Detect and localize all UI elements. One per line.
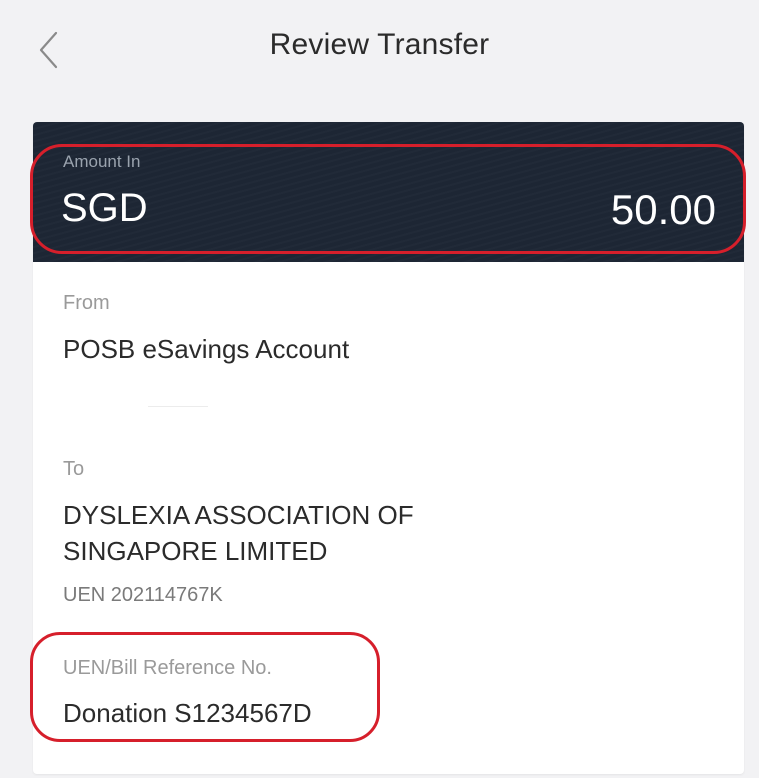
divider: [148, 406, 208, 407]
amount-label: Amount In: [63, 152, 141, 171]
transfer-summary-card: Amount In SGD 50.00 From POSB eSavings A…: [33, 122, 744, 774]
top-bar: Review Transfer: [0, 0, 759, 100]
page-title: Review Transfer: [269, 28, 490, 61]
amount-currency: SGD: [61, 186, 148, 230]
amount-panel: Amount In SGD 50.00: [33, 122, 744, 262]
reference-label: UEN/Bill Reference No.: [63, 657, 272, 679]
from-label: From: [63, 292, 110, 314]
from-account: POSB eSavings Account: [63, 334, 350, 364]
to-label: To: [63, 458, 85, 480]
recipient-name-line1: DYSLEXIA ASSOCIATION OF: [63, 500, 414, 530]
reference-value: Donation S1234567D: [63, 698, 312, 728]
recipient-name-line2: SINGAPORE LIMITED: [63, 536, 328, 566]
recipient-uen: UEN 202114767K: [63, 584, 223, 606]
amount-value: 50.00: [610, 186, 716, 233]
